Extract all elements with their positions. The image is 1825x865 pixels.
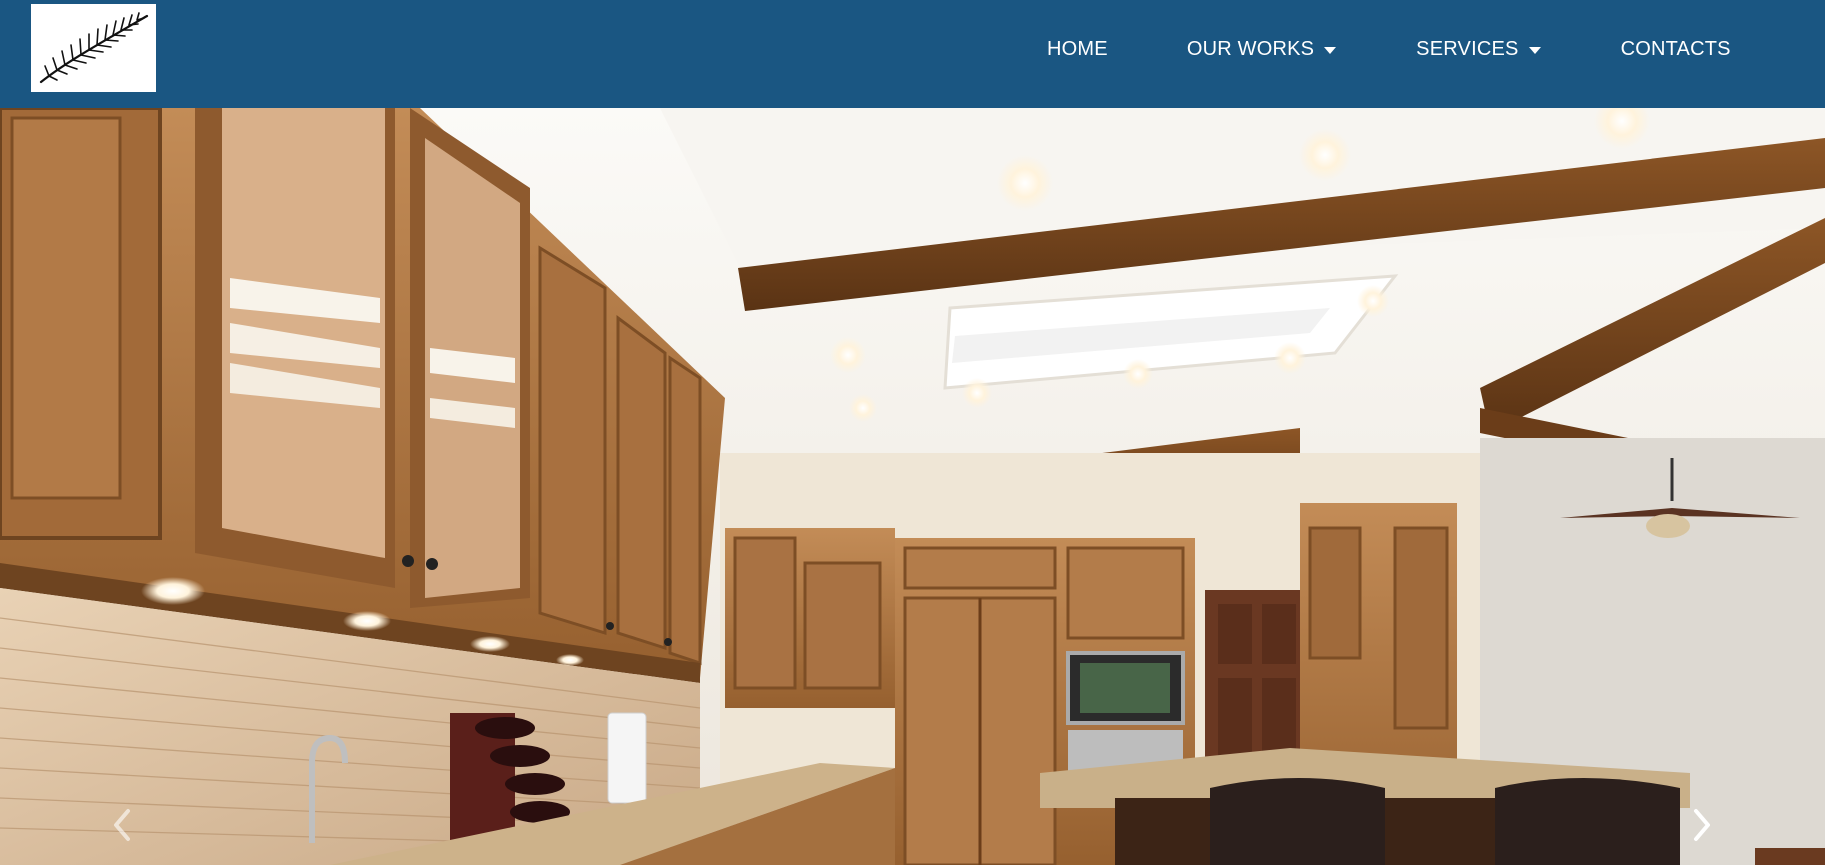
fern-leaf-icon xyxy=(39,12,148,84)
carousel-next-button[interactable] xyxy=(1692,808,1732,865)
top-navbar: HOME OUR WORKS SERVICES CONTACTS xyxy=(0,0,1825,108)
nav-our-works-label: OUR WORKS xyxy=(1186,37,1315,60)
main-nav: HOME OUR WORKS SERVICES CONTACTS xyxy=(1047,0,1731,98)
carousel-prev-button[interactable] xyxy=(112,808,152,865)
hero-carousel xyxy=(0,108,1825,865)
site-logo[interactable] xyxy=(31,4,156,92)
kitchen-photo xyxy=(0,108,1825,865)
nav-our-works[interactable]: OUR WORKS xyxy=(1186,37,1337,61)
nav-home[interactable]: HOME xyxy=(1047,38,1108,61)
nav-contacts-label: CONTACTS xyxy=(1620,37,1731,60)
chevron-right-icon xyxy=(1694,809,1710,841)
caret-down-icon xyxy=(1324,46,1337,54)
chevron-left-icon xyxy=(114,809,130,841)
nav-contacts[interactable]: CONTACTS xyxy=(1621,38,1731,61)
nav-services[interactable]: SERVICES xyxy=(1416,37,1541,61)
nav-home-label: HOME xyxy=(1047,37,1108,60)
nav-services-label: SERVICES xyxy=(1416,37,1519,60)
caret-down-icon xyxy=(1528,46,1541,54)
